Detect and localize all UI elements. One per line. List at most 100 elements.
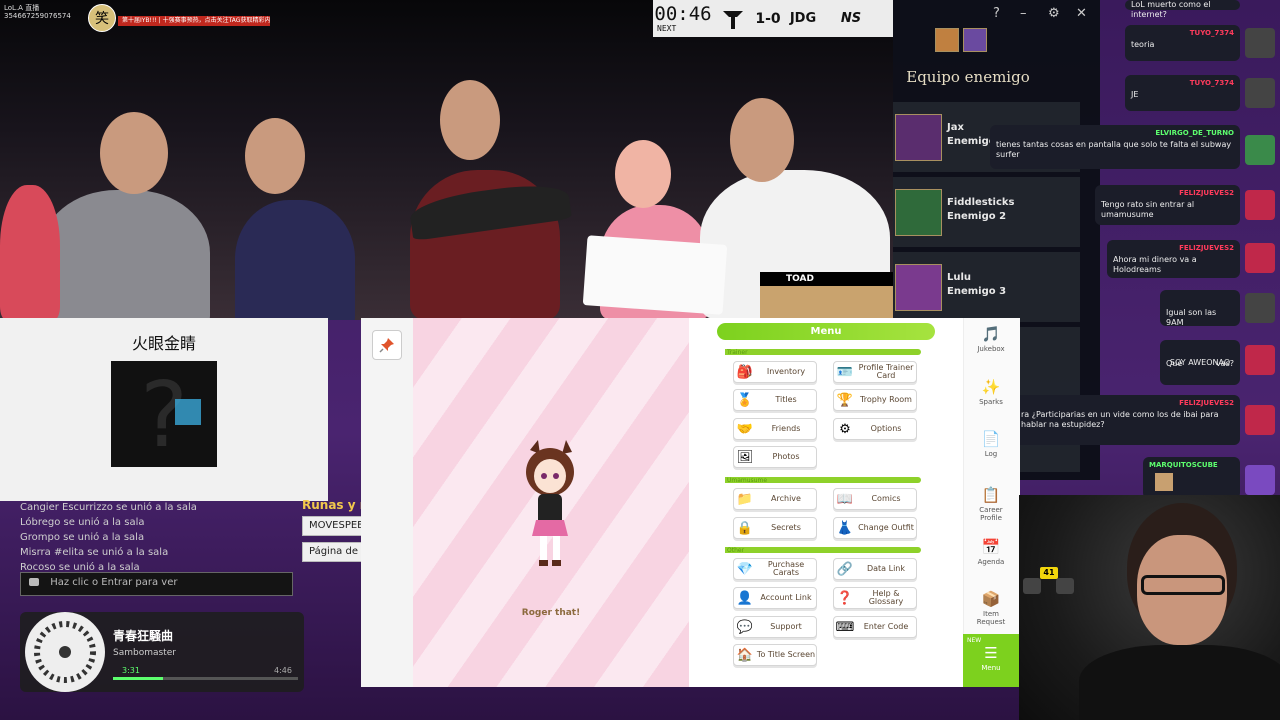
jukebox-icon: 🎵	[981, 325, 1001, 343]
purchase-carats-button[interactable]: 💎 Purchase Carats	[733, 558, 817, 580]
help-icon[interactable]: ?	[993, 6, 1000, 21]
chat-username: FELIZJUEVES2	[1179, 189, 1234, 197]
pin-icon	[379, 338, 394, 353]
chat-message: TUYO_7374 teoria	[1125, 25, 1240, 61]
nav-agenda[interactable]: 📅 Agenda	[963, 538, 1019, 566]
outfit-icon: 👗	[836, 520, 854, 536]
nav-log[interactable]: 📄 Log	[963, 430, 1019, 458]
chibi-character-image	[526, 440, 574, 566]
chat-avatar	[1245, 28, 1275, 58]
crowd-head	[100, 112, 168, 194]
crowd-head	[615, 140, 671, 208]
options-button[interactable]: ⚙ Options	[833, 418, 917, 440]
nav-sparks[interactable]: ✨ Sparks	[963, 378, 1019, 406]
chat-input[interactable]: Haz clic o Entrar para ver	[20, 572, 293, 596]
archive-button[interactable]: 📁 Archive	[733, 488, 817, 510]
button-label: Change Outfit	[858, 523, 914, 532]
rune-page-button[interactable]: MOVESPEE	[302, 516, 362, 536]
enemy-name: Fiddlesticks	[947, 197, 1015, 208]
album-art	[25, 612, 105, 692]
match-clock: 00:46 NEXT	[653, 4, 713, 33]
log-icon: 📄	[981, 430, 1001, 448]
song-elapsed: 3:31	[122, 666, 140, 675]
enemy-portrait	[895, 189, 942, 236]
team-left-logo	[713, 4, 753, 34]
chat-username: MARQUITOSCUBE	[1149, 461, 1218, 469]
song-progress-fill	[113, 677, 163, 680]
comics-icon: 📖	[836, 491, 854, 507]
streamer-webcam	[1019, 495, 1280, 720]
fan-sign	[582, 235, 728, 315]
button-label: Options	[870, 424, 902, 433]
titles-button[interactable]: 🏅 Titles	[733, 389, 817, 411]
nav-menu-content[interactable]: NEW ☰ Menu	[963, 637, 1019, 672]
enter-code-button[interactable]: ⌨ Enter Code	[833, 616, 917, 638]
chat-avatar	[1245, 243, 1275, 273]
chat-message: FELIZJUEVES2 ra ¿Participarias en un vid…	[1015, 395, 1240, 445]
help-glossary-button[interactable]: ❓ Help & Glossary	[833, 587, 917, 609]
chibi-character[interactable]	[520, 440, 580, 570]
microphone-icon[interactable]	[1056, 578, 1074, 594]
data-link-button[interactable]: 🔗 Data Link	[833, 558, 917, 580]
team-left-icon	[723, 10, 743, 29]
stream-watermark: LoL.A 直播 354667259076574	[4, 4, 71, 20]
chat-avatar	[1245, 465, 1275, 495]
chat-message-text: LoL muerto como el internet?	[1131, 0, 1211, 19]
rune-page-button[interactable]: Página de r	[302, 542, 362, 562]
enemy-row[interactable]: Fiddlesticks Enemigo 2	[893, 177, 1080, 247]
chat-input-placeholder: Haz clic o Entrar para ver	[50, 577, 178, 588]
photos-button[interactable]: 🖼 Photos	[733, 446, 817, 468]
code-icon: ⌨	[835, 619, 855, 635]
enemy-panel-title: Equipo enemigo	[906, 68, 1030, 86]
channel-logo: 笑	[88, 4, 116, 32]
chat-username: ELVIRGO_DE_TURNO	[1155, 129, 1234, 137]
menu-header: Menu	[717, 323, 935, 340]
crowd-head	[245, 118, 305, 194]
trophy-room-button[interactable]: 🏆 Trophy Room	[833, 389, 917, 411]
support-button[interactable]: 💬 Support	[733, 616, 817, 638]
enemy-row[interactable]: Lulu Enemigo 3	[893, 252, 1080, 322]
chat-message: FELIZJUEVES2 Tengo rato sin entrar al um…	[1095, 185, 1240, 225]
account-icon: 👤	[736, 590, 754, 606]
chat-message-text: Tengo rato sin entrar al umamusume	[1101, 200, 1195, 219]
change-outfit-button[interactable]: 👗 Change Outfit	[833, 517, 917, 539]
friends-icon: 🤝	[736, 421, 754, 437]
datalink-icon: 🔗	[836, 561, 854, 577]
button-label: Inventory	[766, 367, 806, 376]
profile-trainer-card-button[interactable]: 🪪 Profile Trainer Card	[833, 361, 917, 383]
character-speech: Roger that!	[521, 608, 581, 618]
chat-mode-icon[interactable]	[1023, 578, 1041, 594]
comics-button[interactable]: 📖 Comics	[833, 488, 917, 510]
chat-message: ELVIRGO_DE_TURNO tienes tantas cosas en …	[990, 125, 1240, 169]
menu-icon: ☰	[984, 644, 998, 662]
account-link-button[interactable]: 👤 Account Link	[733, 587, 817, 609]
game-left-column	[361, 318, 413, 687]
minimize-icon[interactable]: –	[1020, 6, 1027, 21]
button-label: Enter Code	[863, 622, 909, 631]
button-label: To Title Screen	[756, 650, 816, 659]
inventory-button[interactable]: 🎒 Inventory	[733, 361, 817, 383]
enemy-slot: Enemigo 3	[947, 286, 1007, 297]
crowd-person	[0, 185, 60, 320]
scoreboard: 00:46 NEXT 1-0 JDG NS	[653, 0, 893, 37]
chat-username: TUYO_7374	[1189, 79, 1234, 87]
question-mark-icon: ?	[140, 363, 201, 468]
secrets-icon: 🔒	[736, 520, 754, 536]
friends-button[interactable]: 🤝 Friends	[733, 418, 817, 440]
nav-career-profile[interactable]: 📋 Career Profile	[963, 486, 1019, 522]
section-divider-other	[725, 547, 921, 553]
to-title-screen-button[interactable]: 🏠 To Title Screen	[733, 644, 817, 666]
settings-icon[interactable]: ⚙	[1048, 6, 1060, 21]
close-icon[interactable]: ✕	[1076, 6, 1087, 21]
pin-button[interactable]	[372, 330, 402, 360]
song-title: 青春狂騒曲	[113, 629, 174, 643]
chat-message: MARQUITOSCUBE	[1143, 457, 1240, 499]
chat-username: FELIZJUEVES2	[1179, 244, 1234, 252]
secrets-button[interactable]: 🔒 Secrets	[733, 517, 817, 539]
enemy-portrait	[895, 114, 942, 161]
notification-badge: 41	[1040, 567, 1058, 579]
nav-item-request[interactable]: 📦 Item Request	[963, 590, 1019, 626]
chat-avatar	[1245, 345, 1275, 375]
chat-message: FELIZJUEVES2 Ahora mi dinero va a Holodr…	[1107, 240, 1240, 278]
nav-jukebox[interactable]: 🎵 Jukebox	[963, 325, 1019, 353]
